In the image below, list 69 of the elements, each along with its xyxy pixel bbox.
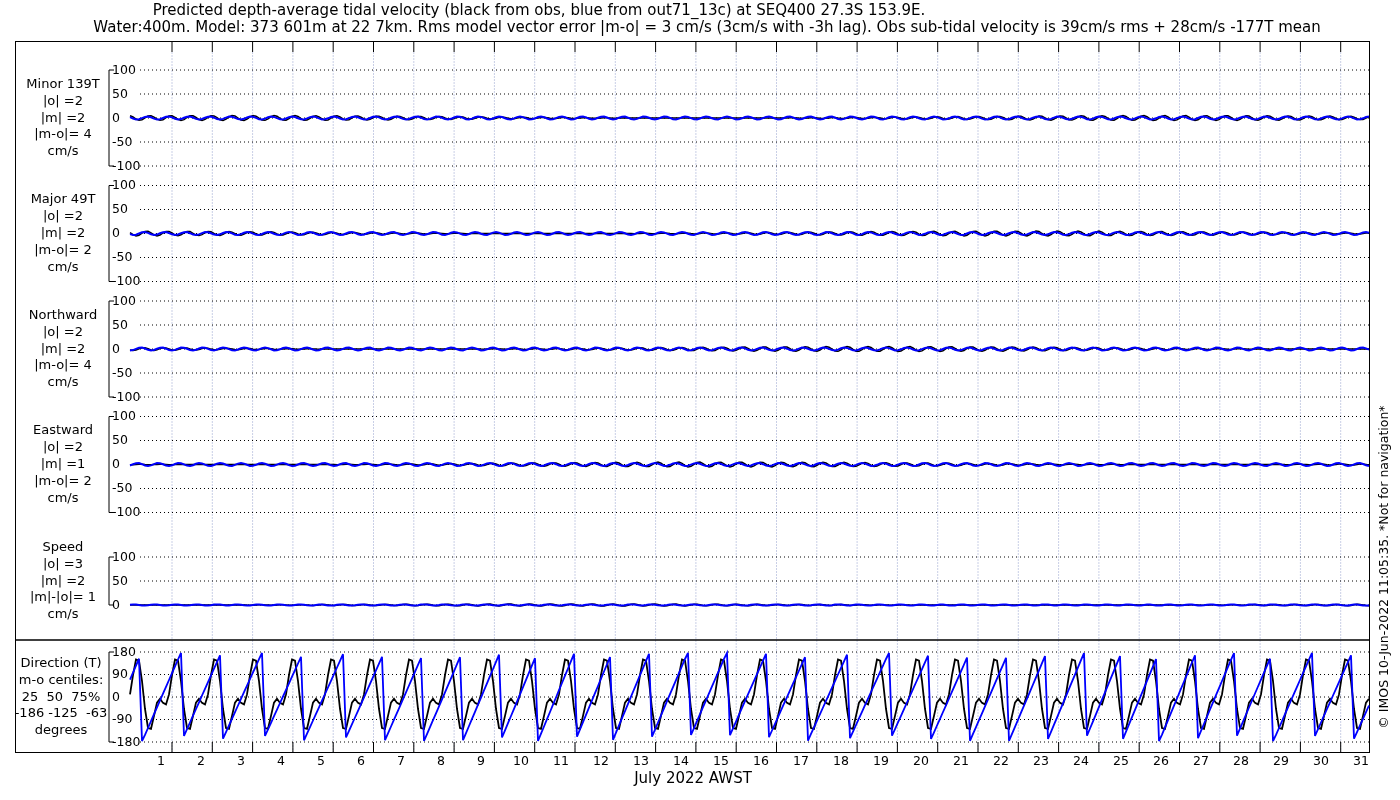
x-tick-label: 4 (277, 753, 285, 768)
y-tick-label: -100 (112, 157, 141, 173)
y-tick-label: 0 (112, 456, 120, 471)
x-axis-label: July 2022 AWST (634, 769, 752, 787)
y-tick-label: 100 (112, 548, 136, 564)
y-tick-label: -50 (112, 133, 133, 149)
x-tick-label: 20 (913, 753, 929, 768)
y-tick-label: 50 (112, 201, 128, 216)
x-tick-label: 24 (1073, 753, 1089, 768)
x-tick-label: 31 (1353, 753, 1369, 768)
chart-title: Predicted depth-average tidal velocity (black from obs, blue from out71_13c) at SEQ400 27.3S 153.9E. (152, 1, 926, 19)
y-tick-label: -180 (112, 733, 141, 749)
y-tick-label: 0 (112, 109, 120, 125)
x-tick-label: 18 (833, 753, 849, 768)
y-tick-label: 0 (112, 596, 120, 612)
x-tick-label: 3 (237, 753, 245, 768)
copyright-note: © IMOS 10-Jun-2022 11:05:35. *Not for navigation* (1376, 405, 1391, 729)
y-tick-label: 50 (112, 85, 128, 101)
panel-label: Northward |o| =2 |m| =2 |m-o|= 4 cm/s (28, 306, 98, 390)
x-tick-label: 21 (953, 753, 969, 768)
y-tick-label: -100 (112, 273, 141, 288)
y-tick-label: 50 (112, 316, 128, 332)
y-tick-label: 0 (112, 225, 120, 240)
x-tick-label: 2 (197, 753, 205, 768)
chart-subtitle: Water:400m. Model: 373 601m at 22 7km. Rms model vector error |m-o| = 3 cm/s (3cm/s with -3h lag). Obs sub-tidal velocity is 39cm/s rms + 28cm/s -177T mean (93, 18, 1321, 36)
x-tick-label: 6 (357, 753, 365, 768)
x-tick-label: 5 (317, 753, 325, 768)
y-tick-label: 50 (112, 432, 128, 447)
panel-label: Direction (T) m-o centiles: 25 50 75% -186 -125 -63 degrees (14, 654, 108, 738)
x-tick-label: 12 (593, 753, 609, 768)
y-tick-label: -100 (112, 388, 141, 404)
panel-label: Major 49T |o| =2 |m| =2 |m-o|= 2 cm/s (30, 191, 96, 274)
y-tick-label: 100 (112, 61, 136, 77)
panel-label: Speed |o| =3 |m| =2 |m|-|o|= 1 cm/s (29, 538, 97, 622)
x-tick-label: 26 (1153, 753, 1169, 768)
y-tick-label: -50 (112, 364, 133, 380)
x-tick-label: 22 (993, 753, 1009, 768)
y-tick-label: 100 (112, 408, 136, 423)
x-tick-label: 23 (1033, 753, 1049, 768)
y-tick-label: 100 (112, 177, 136, 192)
x-tick-label: 1 (157, 753, 165, 768)
panel-label: Eastward |o| =2 |m| =1 |m-o|= 2 cm/s (33, 422, 93, 505)
y-tick-label: 90 (112, 666, 128, 681)
x-tick-label: 28 (1233, 753, 1249, 768)
panel-label: Minor 139T |o| =2 |m| =2 |m-o|= 4 cm/s (26, 75, 100, 159)
x-tick-label: 27 (1193, 753, 1209, 768)
y-tick-label: 180 (112, 643, 136, 659)
y-tick-label: -90 (112, 711, 133, 726)
y-tick-label: -100 (112, 504, 141, 519)
x-tick-label: 9 (477, 753, 485, 768)
x-tick-label: 19 (873, 753, 889, 768)
y-tick-label: -50 (112, 249, 133, 264)
x-tick-label: 13 (633, 753, 649, 768)
x-tick-label: 25 (1113, 753, 1129, 768)
x-tick-label: 16 (753, 753, 769, 768)
x-tick-label: 11 (553, 753, 569, 768)
x-tick-label: 17 (793, 753, 809, 768)
y-tick-label: 0 (112, 340, 120, 356)
y-tick-label: -50 (112, 480, 133, 495)
x-tick-label: 10 (513, 753, 529, 768)
y-tick-label: 0 (112, 688, 120, 704)
x-tick-label: 15 (713, 753, 729, 768)
y-tick-label: 50 (112, 572, 128, 588)
x-tick-label: 30 (1313, 753, 1329, 768)
x-tick-label: 8 (437, 753, 445, 768)
x-tick-label: 29 (1273, 753, 1289, 768)
x-tick-label: 14 (673, 753, 689, 768)
x-tick-label: 7 (397, 753, 405, 768)
y-tick-label: 100 (112, 292, 136, 308)
